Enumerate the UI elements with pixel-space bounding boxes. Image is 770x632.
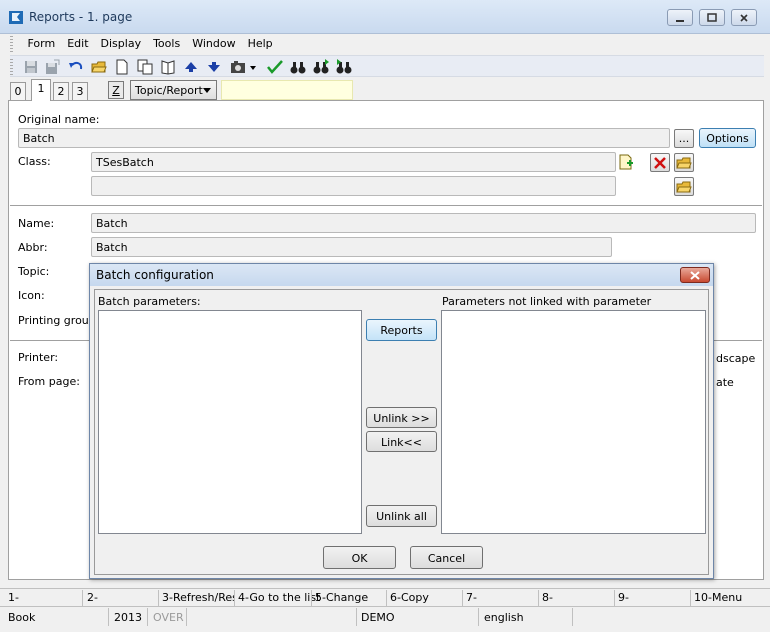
fkey-10[interactable]: 10-Menu [694,591,742,604]
class-label: Class: [18,155,51,168]
arrow-up-icon[interactable] [183,59,199,75]
from-page-label: From page: [18,375,80,388]
status-bar: Book 2013 OVER DEMO english [0,606,770,626]
dropdown-icon[interactable] [248,59,258,75]
menu-help[interactable]: Help [242,34,279,50]
camera-icon[interactable] [230,59,246,75]
printing-group-label: Printing group: [18,314,100,327]
binoculars-icon[interactable] [290,59,306,75]
status-book: Book [8,611,36,624]
add-class-icon[interactable] [618,154,638,173]
dialog-body: Batch parameters: Reports Unlink >> Link… [94,289,709,575]
original-name-field[interactable]: Batch [18,128,670,148]
close-button[interactable] [731,9,757,26]
book-icon[interactable] [160,59,176,75]
link-button[interactable]: Link<< [366,431,437,452]
open-class-button[interactable] [674,153,694,172]
new-doc-icon[interactable] [114,59,130,75]
menu-form[interactable]: Form [22,34,62,50]
original-name-label: Original name: [18,113,100,126]
save-as-icon[interactable] [44,59,60,75]
quick-search-input[interactable] [221,80,353,100]
fkey-6[interactable]: 6-Copy [390,591,429,604]
fkey-5[interactable]: 5-Change [315,591,368,604]
dialog-titlebar: Batch configuration [90,264,713,286]
arrow-down-icon[interactable] [206,59,222,75]
menu-bar: Form Edit Display Tools Window Help [10,34,764,54]
batch-parameters-list[interactable] [98,310,362,534]
delete-class-button[interactable] [650,153,670,172]
undo-icon[interactable] [68,59,84,75]
unlink-button[interactable]: Unlink >> [366,407,437,428]
menubar-grip [10,36,13,52]
unlinked-parameters-list[interactable] [441,310,706,534]
reports-button[interactable]: Reports [366,319,437,341]
tab-3[interactable]: 3 [72,82,88,100]
tab-2[interactable]: 2 [53,82,69,100]
unlink-all-button[interactable]: Unlink all [366,505,437,527]
status-mode: OVER [153,611,184,624]
fkey-8[interactable]: 8- [542,591,553,604]
rate-label: ate [716,376,734,389]
printer-label: Printer: [18,351,59,364]
status-language: english [484,611,524,624]
z-button[interactable]: Z [108,81,124,99]
section-divider [10,205,762,206]
copy-doc-icon[interactable] [137,59,153,75]
fkey-1[interactable]: 1- [8,591,19,604]
fkey-9[interactable]: 9- [618,591,629,604]
dialog-close-button[interactable] [680,267,710,283]
dialog-title: Batch configuration [96,268,214,282]
ellipsis-button[interactable]: ... [674,129,694,148]
topic-label: Topic: [18,265,50,278]
fkey-4[interactable]: 4-Go to the list [238,591,320,604]
check-icon[interactable] [267,59,283,75]
menu-tools[interactable]: Tools [147,34,186,50]
tab-0[interactable]: 0 [10,82,26,100]
landscape-label: dscape [716,352,756,365]
menu-display[interactable]: Display [95,34,148,50]
minimize-button[interactable] [667,9,693,26]
chevron-down-icon [203,88,211,93]
toolbar-grip [10,59,13,75]
batch-configuration-dialog: Batch configuration Batch parameters: Re… [89,263,714,579]
ok-button[interactable]: OK [323,546,396,569]
window-title: Reports - 1. page [29,10,133,24]
name-label: Name: [18,217,55,230]
menu-window[interactable]: Window [186,34,241,50]
tab-1[interactable]: 1 [31,79,51,101]
icon-label: Icon: [18,289,45,302]
close-icon [690,271,700,280]
find-next-icon[interactable] [313,59,329,75]
function-key-bar: 1- 2- 3-Refresh/Res 4-Go to the list 5-C… [0,588,770,606]
unlinked-parameters-label: Parameters not linked with parameter [442,295,652,308]
topic-report-value: Topic/Report [135,84,203,97]
topic-report-select[interactable]: Topic/Report [130,80,217,100]
status-year: 2013 [114,611,142,624]
fkey-7[interactable]: 7- [466,591,477,604]
open-class-secondary-button[interactable] [674,177,694,196]
toolbar [10,55,764,77]
fkey-3[interactable]: 3-Refresh/Res [162,591,234,604]
abbr-label: Abbr: [18,241,48,254]
open-folder-icon[interactable] [91,59,107,75]
maximize-button[interactable] [699,9,725,26]
menu-edit[interactable]: Edit [61,34,94,50]
options-button[interactable]: Options [699,128,756,148]
class-field-secondary[interactable] [91,176,616,196]
batch-parameters-label: Batch parameters: [98,295,201,308]
window-titlebar: Reports - 1. page [0,0,770,34]
status-demo: DEMO [361,611,395,624]
abbr-field[interactable]: Batch [91,237,612,257]
find-replace-icon[interactable] [336,59,352,75]
cancel-button[interactable]: Cancel [410,546,483,569]
save-icon[interactable] [23,59,39,75]
class-field[interactable]: TSesBatch [91,152,616,172]
fkey-2[interactable]: 2- [87,591,98,604]
name-field[interactable]: Batch [91,213,756,233]
app-icon [8,9,24,25]
